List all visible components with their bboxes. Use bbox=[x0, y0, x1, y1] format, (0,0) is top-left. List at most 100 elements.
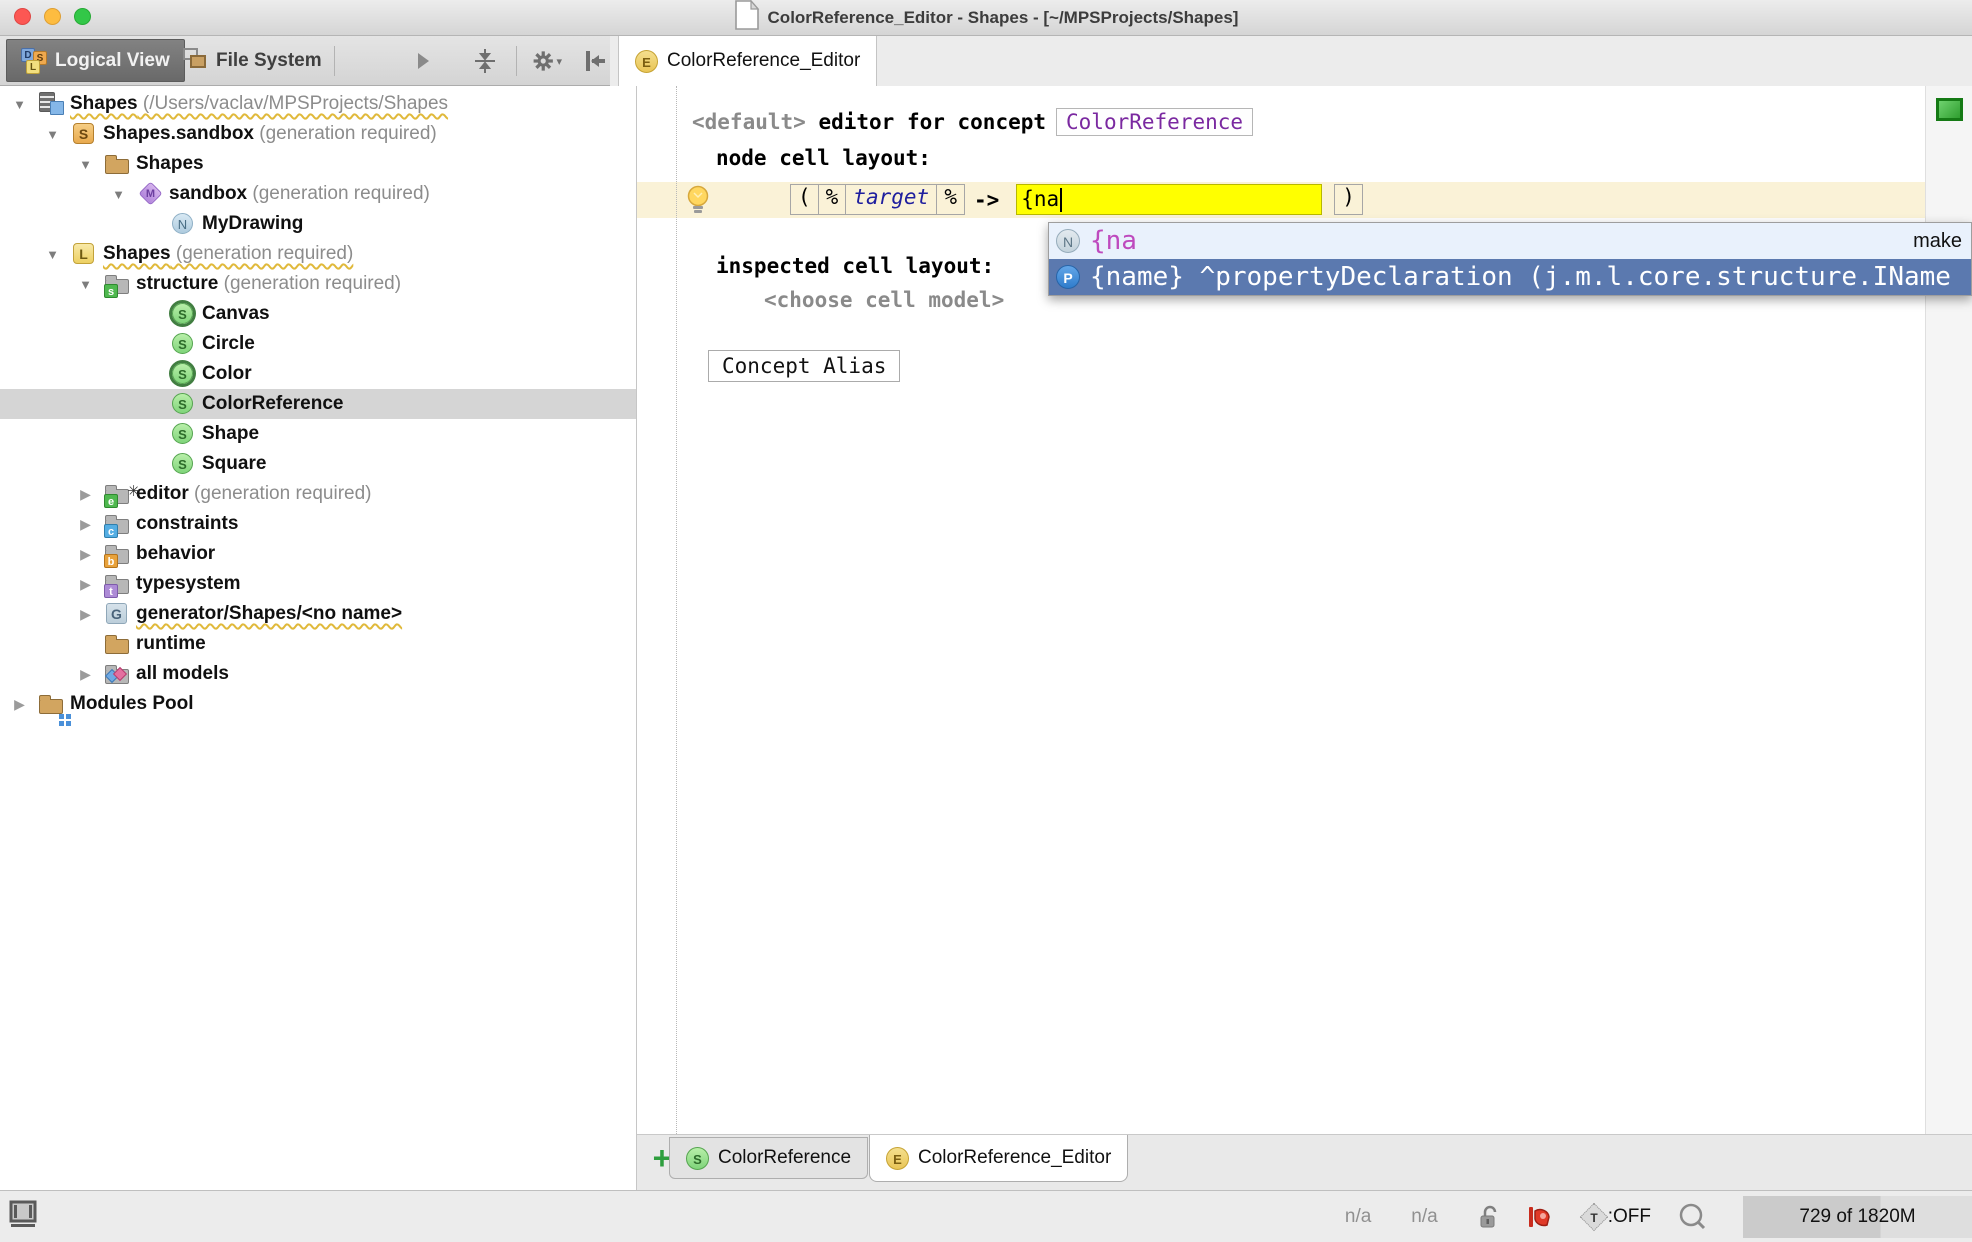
unlock-icon[interactable] bbox=[1478, 1204, 1500, 1230]
tree-item-label: Shapes bbox=[136, 153, 204, 175]
tree-item-behavior[interactable]: ▶bbehavior bbox=[0, 539, 636, 569]
editor-tabstrip: E ColorReference_Editor bbox=[610, 36, 1972, 86]
editor-folder-icon: e✳ bbox=[104, 481, 131, 507]
cell-percent-close[interactable]: % bbox=[936, 184, 965, 215]
typesystem-folder-icon: t bbox=[104, 571, 131, 597]
editor-tab-label: ColorReference_Editor bbox=[667, 50, 860, 72]
tree-item-generator-shapes-no-name-[interactable]: ▶Ggenerator/Shapes/<no name> bbox=[0, 599, 636, 629]
tree-item-mydrawing[interactable]: NMyDrawing bbox=[0, 209, 636, 239]
concept-alias-line[interactable]: Concept Alias bbox=[708, 350, 900, 382]
tree-item-label: structure (generation required) bbox=[136, 273, 401, 295]
close-button[interactable] bbox=[14, 8, 31, 25]
cell-target[interactable]: target bbox=[845, 184, 937, 215]
tree-item-colorreference[interactable]: SColorReference bbox=[0, 389, 636, 419]
cell-layout-row[interactable]: ( % target % -> {na ) bbox=[790, 184, 1363, 215]
concept-root-icon: S bbox=[170, 361, 197, 387]
completion-item-selected[interactable]: P{name} ^propertyDeclaration (j.m.l.core… bbox=[1049, 259, 1971, 295]
tab-colorreference-editor[interactable]: E ColorReference_Editor bbox=[618, 36, 877, 86]
typing-assist-indicator[interactable]: T :OFF bbox=[1580, 1206, 1651, 1228]
bottom-tab-label: ColorReference bbox=[718, 1147, 851, 1169]
concept-reference-cell[interactable]: ColorReference bbox=[1056, 108, 1253, 136]
bottom-tab-colorreference[interactable]: SColorReference bbox=[669, 1137, 868, 1179]
tree-expand-arrow-icon[interactable]: ▶ bbox=[72, 486, 99, 503]
file-system-label: File System bbox=[216, 50, 322, 72]
cell-arrow-operator: -> bbox=[974, 188, 999, 212]
tree-item-suffix: (/Users/vaclav/MPSProjects/Shapes bbox=[138, 93, 448, 114]
tree-collapse-arrow-icon[interactable]: ▼ bbox=[39, 247, 66, 262]
tree-item-label: Shapes.sandbox (generation required) bbox=[103, 123, 437, 145]
cell-close-paren[interactable]: ) bbox=[1334, 184, 1363, 215]
completion-item-hint: make bbox=[1913, 230, 1964, 253]
model-m-icon: M bbox=[137, 181, 164, 207]
constraints-folder-icon: c bbox=[104, 511, 131, 537]
tree-collapse-arrow-icon[interactable]: ▼ bbox=[105, 187, 132, 202]
tree-item-label: Modules Pool bbox=[70, 693, 194, 715]
zoom-button[interactable] bbox=[74, 8, 91, 25]
tree-item-shapes-sandbox[interactable]: ▼ SShapes.sandbox (generation required) bbox=[0, 119, 636, 149]
tree-item-typesystem[interactable]: ▶ ttypesystem bbox=[0, 569, 636, 599]
tree-collapse-arrow-icon[interactable]: ▼ bbox=[72, 157, 99, 172]
minimize-button[interactable] bbox=[44, 8, 61, 25]
tree-collapse-arrow-icon[interactable]: ▼ bbox=[72, 277, 99, 292]
tree-item-modules-pool[interactable]: ▶ Modules Pool bbox=[0, 689, 636, 719]
feedback-bubble-icon[interactable] bbox=[1677, 1203, 1707, 1231]
completion-item[interactable]: N{namake bbox=[1049, 223, 1971, 259]
concept-icon: S bbox=[170, 391, 197, 417]
memory-indicator[interactable]: 729 of 1820M bbox=[1743, 1196, 1972, 1238]
editor-for-concept-label: editor for concept bbox=[806, 110, 1046, 134]
tree-item-color[interactable]: SColor bbox=[0, 359, 636, 389]
tree-item-runtime[interactable]: runtime bbox=[0, 629, 636, 659]
tree-item-shapes[interactable]: ▼Shapes (/Users/vaclav/MPSProjects/Shape… bbox=[0, 89, 636, 119]
tree-item-shape[interactable]: SShape bbox=[0, 419, 636, 449]
completion-item-text: {na bbox=[1090, 226, 1137, 256]
model-s-icon: S bbox=[71, 121, 98, 147]
cell-edit-input[interactable]: {na bbox=[1016, 184, 1322, 215]
bottom-tab-colorreference-editor[interactable]: EColorReference_Editor bbox=[869, 1135, 1128, 1182]
tree-item-canvas[interactable]: SCanvas bbox=[0, 299, 636, 329]
scroll-from-source-button[interactable] bbox=[580, 47, 610, 75]
modules-pool-icon bbox=[38, 691, 65, 717]
tree-item-shapes[interactable]: ▼ Shapes bbox=[0, 149, 636, 179]
cell-open-paren[interactable]: ( bbox=[790, 184, 819, 215]
choose-cell-model-placeholder[interactable]: <choose cell model> bbox=[764, 288, 1004, 312]
mps-window: ColorReference_Editor - Shapes - [~/MPSP… bbox=[0, 0, 1972, 1242]
concept-alias-cell[interactable]: Concept Alias bbox=[708, 350, 900, 382]
tree-expand-arrow-icon[interactable]: ▶ bbox=[72, 576, 99, 593]
tree-expand-arrow-icon[interactable]: ▶ bbox=[72, 546, 99, 563]
choose-cell-model-line[interactable]: <choose cell model> bbox=[764, 288, 1004, 312]
generator-g-icon: G bbox=[104, 601, 131, 627]
titlebar: ColorReference_Editor - Shapes - [~/MPSP… bbox=[0, 0, 1972, 36]
tree-item-shapes[interactable]: ▼LShapes (generation required) bbox=[0, 239, 636, 269]
tree-item-constraints[interactable]: ▶cconstraints bbox=[0, 509, 636, 539]
tree-collapse-arrow-icon[interactable]: ▼ bbox=[39, 127, 66, 142]
status-position-na: n/a bbox=[1345, 1206, 1371, 1228]
tree-expand-arrow-icon[interactable]: ▶ bbox=[72, 666, 99, 683]
tree-item-label: typesystem bbox=[136, 573, 241, 595]
toolbar-divider bbox=[334, 46, 335, 76]
tree-expand-arrow-icon[interactable]: ▶ bbox=[72, 516, 99, 533]
tree-item-editor[interactable]: ▶e✳editor (generation required) bbox=[0, 479, 636, 509]
logical-view-label: Logical View bbox=[55, 50, 170, 72]
tree-item-circle[interactable]: SCircle bbox=[0, 329, 636, 359]
t-diamond-icon: T bbox=[1580, 1203, 1608, 1231]
inspections-profile-icon[interactable] bbox=[1526, 1203, 1554, 1231]
file-system-tab[interactable]: File System bbox=[170, 39, 334, 82]
settings-gear-button[interactable]: ▾ bbox=[532, 47, 562, 75]
tree-item-sandbox[interactable]: ▼Msandbox (generation required) bbox=[0, 179, 636, 209]
collapse-all-button[interactable] bbox=[470, 47, 500, 75]
editor-concept-icon: E bbox=[635, 50, 658, 73]
cell-percent-open[interactable]: % bbox=[818, 184, 847, 215]
tree-expand-arrow-icon[interactable]: ▶ bbox=[6, 696, 33, 713]
tree-collapse-arrow-icon[interactable]: ▼ bbox=[6, 97, 33, 112]
tree-expand-arrow-icon[interactable]: ▶ bbox=[72, 606, 99, 623]
tree-item-suffix: (generation required) bbox=[171, 243, 354, 264]
intention-bulb-icon[interactable] bbox=[685, 185, 712, 221]
tree-item-structure[interactable]: ▼sstructure (generation required) bbox=[0, 269, 636, 299]
editor-header-line[interactable]: <default> editor for concept ColorRefere… bbox=[692, 108, 1253, 136]
tree-item-square[interactable]: SSquare bbox=[0, 449, 636, 479]
tree-item-all-models[interactable]: ▶all models bbox=[0, 659, 636, 689]
typing-assist-label: :OFF bbox=[1608, 1206, 1651, 1228]
expand-node-button[interactable] bbox=[408, 47, 438, 75]
logical-view-tab[interactable]: DSL Logical View bbox=[6, 39, 185, 82]
toggle-toolwindows-button[interactable] bbox=[8, 1199, 38, 1232]
